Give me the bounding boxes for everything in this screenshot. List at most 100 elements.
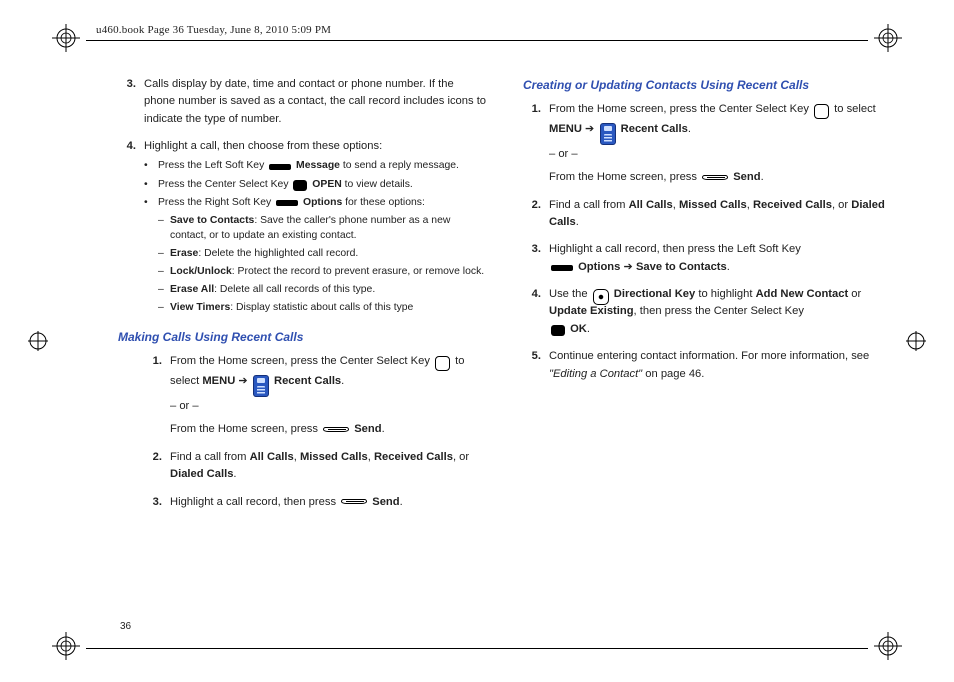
list-item: 1. From the Home screen, press the Cente… <box>144 353 487 439</box>
right-column: Creating or Updating Contacts Using Rece… <box>523 76 892 618</box>
label: Lock/Unlock <box>170 266 232 277</box>
registration-mark-icon <box>52 632 80 660</box>
registration-mark-icon <box>874 24 902 52</box>
registration-mark-icon <box>874 632 902 660</box>
print-footer-bar <box>52 632 902 660</box>
text: : Delete all call records of this type. <box>214 284 375 295</box>
bullet-icon: • <box>144 158 158 173</box>
label: Received Calls <box>374 451 453 463</box>
list-text: From the Home screen, press the Center S… <box>549 101 892 187</box>
center-select-key-icon <box>551 325 565 336</box>
list-number: 3. <box>523 241 549 276</box>
label: OPEN <box>309 179 341 190</box>
dash-item: –Lock/Unlock: Protect the record to prev… <box>158 264 487 279</box>
send-key-icon <box>323 427 349 432</box>
page-number: 36 <box>120 621 131 632</box>
text: From the Home screen, press the Center S… <box>170 355 433 367</box>
dash-item: –Erase: Delete the highlighted call reco… <box>158 246 487 261</box>
text: Press the Right Soft Key <box>158 197 274 208</box>
arrow-icon: ➔ <box>582 123 598 135</box>
list-number: 5. <box>523 348 549 383</box>
bullet-item: • Press the Center Select Key OPEN to vi… <box>144 177 487 192</box>
center-select-key-icon <box>293 180 307 191</box>
list-text: Calls display by date, time and contact … <box>144 76 487 128</box>
center-select-key-icon <box>435 356 450 371</box>
text: for these options: <box>342 197 425 208</box>
cross-reference: "Editing a Contact" <box>549 368 642 380</box>
text: From the Home screen, press the Center S… <box>549 103 812 115</box>
label: Add New Contact <box>756 288 849 300</box>
list-number: 2. <box>144 449 170 484</box>
list-item: 5. Continue entering contact information… <box>523 348 892 383</box>
text: Press the Right Soft Key Options for the… <box>158 195 487 210</box>
label: Erase <box>170 248 198 259</box>
send-key-icon <box>341 499 367 504</box>
list-text: Find a call from All Calls, Missed Calls… <box>549 197 892 232</box>
dash-item: –Erase All: Delete all call records of t… <box>158 282 487 297</box>
list-text: Highlight a call, then choose from these… <box>144 138 487 318</box>
list-number: 4. <box>118 138 144 318</box>
text: . <box>727 261 730 273</box>
text: . <box>587 323 590 335</box>
text: , or <box>453 451 469 463</box>
label: Send <box>730 171 760 183</box>
label: Recent Calls <box>618 123 688 135</box>
label: MENU <box>549 123 582 135</box>
section-heading: Making Calls Using Recent Calls <box>118 328 487 347</box>
list-item: 3. Highlight a call record, then press t… <box>523 241 892 276</box>
text: Erase All: Delete all call records of th… <box>170 282 487 297</box>
list-number: 4. <box>523 286 549 338</box>
list-item: 2. Find a call from All Calls, Missed Ca… <box>144 449 487 484</box>
label: Received Calls <box>753 199 832 211</box>
label: OK <box>567 323 587 335</box>
label: Message <box>293 160 340 171</box>
text: or <box>848 288 861 300</box>
registration-mark-icon <box>28 331 48 351</box>
dash-icon: – <box>158 300 170 315</box>
arrow-icon: ➔ <box>235 375 251 387</box>
page-meta-label: u460.book Page 36 Tuesday, June 8, 2010 … <box>96 24 331 36</box>
label: Dialed Calls <box>170 468 233 480</box>
label: MENU <box>202 375 235 387</box>
list-item: 1. From the Home screen, press the Cente… <box>523 101 892 187</box>
or-divider: – or – <box>170 398 487 415</box>
text: Highlight a call, then choose from these… <box>144 140 382 152</box>
label: Options <box>300 197 342 208</box>
text: on page 46. <box>642 368 704 380</box>
label: Options <box>575 261 623 273</box>
section-heading: Creating or Updating Contacts Using Rece… <box>523 76 892 95</box>
left-column: 3. Calls display by date, time and conta… <box>118 76 487 618</box>
text: Press the Left Soft Key <box>158 160 267 171</box>
text: From the Home screen, press <box>549 171 700 183</box>
list-number: 1. <box>144 353 170 439</box>
dash-icon: – <box>158 282 170 297</box>
text: Highlight a call record, then press <box>170 496 339 508</box>
text: : Protect the record to prevent erasure,… <box>232 266 484 277</box>
recent-calls-app-icon <box>253 375 269 397</box>
center-select-key-icon <box>814 104 829 119</box>
label: Send <box>369 496 399 508</box>
or-divider: – or – <box>549 146 892 163</box>
text: . <box>233 468 236 480</box>
text: Erase: Delete the highlighted call recor… <box>170 246 487 261</box>
text: Use the <box>549 288 591 300</box>
list-item: 3. Calls display by date, time and conta… <box>118 76 487 128</box>
label: Save to Contacts <box>170 215 254 226</box>
list-number: 1. <box>523 101 549 187</box>
text: Press the Center Select Key <box>158 179 291 190</box>
list-number: 3. <box>144 494 170 511</box>
list-text: Find a call from All Calls, Missed Calls… <box>170 449 487 484</box>
registration-mark-icon <box>52 24 80 52</box>
list-item: 4. Highlight a call, then choose from th… <box>118 138 487 318</box>
directional-key-icon <box>593 289 609 305</box>
recent-calls-app-icon <box>600 123 616 145</box>
bullet-item: • Press the Left Soft Key Message to sen… <box>144 158 487 173</box>
text: . <box>576 216 579 228</box>
label: View Timers <box>170 302 230 313</box>
list-text: Continue entering contact information. F… <box>549 348 892 383</box>
text: . <box>761 171 764 183</box>
label: Recent Calls <box>271 375 341 387</box>
label: Directional Key <box>611 288 696 300</box>
label: Missed Calls <box>679 199 747 211</box>
dash-icon: – <box>158 264 170 279</box>
